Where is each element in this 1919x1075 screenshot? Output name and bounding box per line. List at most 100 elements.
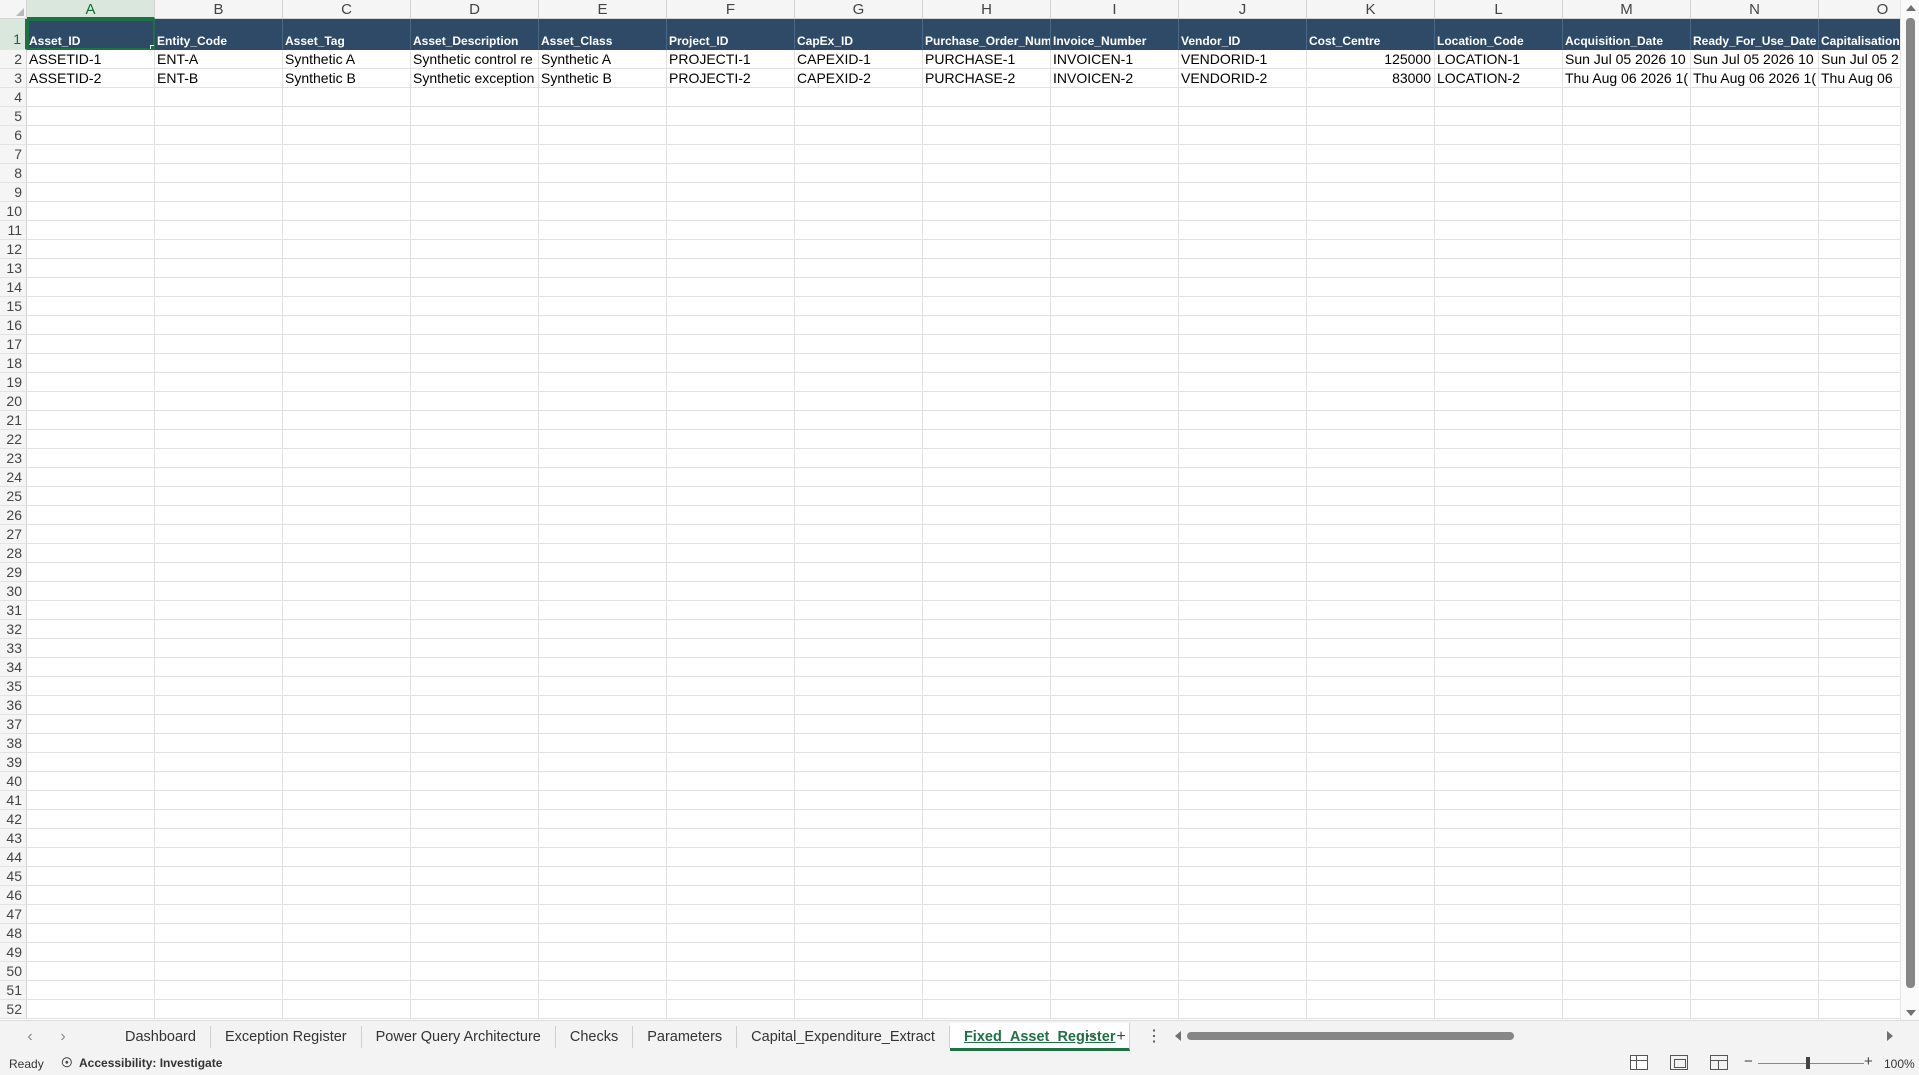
- empty-cell[interactable]: [155, 278, 283, 297]
- empty-cell[interactable]: [1435, 278, 1563, 297]
- empty-cell[interactable]: [1435, 240, 1563, 259]
- empty-cell[interactable]: [27, 525, 155, 544]
- empty-cell[interactable]: [411, 791, 539, 810]
- empty-cell[interactable]: [1819, 886, 1900, 905]
- empty-cell[interactable]: [539, 525, 667, 544]
- empty-cell[interactable]: [667, 772, 795, 791]
- empty-cell[interactable]: [539, 373, 667, 392]
- empty-cell[interactable]: [1435, 506, 1563, 525]
- empty-cell[interactable]: [539, 715, 667, 734]
- empty-cell[interactable]: [539, 240, 667, 259]
- empty-cell[interactable]: [27, 164, 155, 183]
- empty-cell[interactable]: [155, 829, 283, 848]
- empty-cell[interactable]: [411, 240, 539, 259]
- empty-cell[interactable]: [1051, 582, 1179, 601]
- empty-cell[interactable]: [667, 791, 795, 810]
- empty-cell[interactable]: [1435, 886, 1563, 905]
- empty-cell[interactable]: [667, 183, 795, 202]
- empty-cell[interactable]: [27, 848, 155, 867]
- header-cell[interactable]: Capitalisation: [1819, 19, 1900, 50]
- row-header[interactable]: 35: [0, 677, 27, 696]
- empty-cell[interactable]: [27, 867, 155, 886]
- table-cell[interactable]: Synthetic B: [283, 69, 411, 88]
- empty-cell[interactable]: [1435, 297, 1563, 316]
- empty-cell[interactable]: [411, 905, 539, 924]
- zoom-in-button[interactable]: +: [1864, 1053, 1873, 1070]
- sheet-tab-parameters[interactable]: Parameters: [633, 1026, 738, 1048]
- empty-cell[interactable]: [1307, 981, 1435, 1000]
- column-header-i[interactable]: I: [1051, 0, 1179, 19]
- empty-cell[interactable]: [1307, 487, 1435, 506]
- empty-cell[interactable]: [1051, 221, 1179, 240]
- table-cell[interactable]: ASSETID-2: [27, 69, 155, 88]
- empty-cell[interactable]: [923, 791, 1051, 810]
- vertical-scroll-thumb[interactable]: [1906, 18, 1915, 988]
- empty-cell[interactable]: [923, 962, 1051, 981]
- empty-cell[interactable]: [539, 848, 667, 867]
- sheet-tab-dashboard[interactable]: Dashboard: [111, 1026, 211, 1048]
- empty-cell[interactable]: [27, 316, 155, 335]
- empty-cell[interactable]: [1051, 734, 1179, 753]
- empty-cell[interactable]: [155, 791, 283, 810]
- empty-cell[interactable]: [1819, 506, 1900, 525]
- empty-cell[interactable]: [1307, 506, 1435, 525]
- empty-cell[interactable]: [1307, 810, 1435, 829]
- empty-cell[interactable]: [1819, 126, 1900, 145]
- row-header[interactable]: 29: [0, 563, 27, 582]
- empty-cell[interactable]: [1691, 278, 1819, 297]
- empty-cell[interactable]: [1819, 297, 1900, 316]
- empty-cell[interactable]: [1307, 354, 1435, 373]
- empty-cell[interactable]: [1307, 525, 1435, 544]
- row-header[interactable]: 19: [0, 373, 27, 392]
- empty-cell[interactable]: [27, 715, 155, 734]
- empty-cell[interactable]: [795, 202, 923, 221]
- empty-cell[interactable]: [1563, 126, 1691, 145]
- empty-cell[interactable]: [1435, 449, 1563, 468]
- empty-cell[interactable]: [923, 867, 1051, 886]
- empty-cell[interactable]: [1307, 183, 1435, 202]
- empty-cell[interactable]: [1819, 202, 1900, 221]
- empty-cell[interactable]: [795, 430, 923, 449]
- empty-cell[interactable]: [155, 601, 283, 620]
- table-cell[interactable]: INVOICEN-2: [1051, 69, 1179, 88]
- empty-cell[interactable]: [155, 848, 283, 867]
- empty-cell[interactable]: [1179, 506, 1307, 525]
- empty-cell[interactable]: [155, 145, 283, 164]
- empty-cell[interactable]: [1179, 335, 1307, 354]
- empty-cell[interactable]: [1307, 658, 1435, 677]
- empty-cell[interactable]: [667, 297, 795, 316]
- sheet-tab-capital-expenditure-extract[interactable]: Capital_Expenditure_Extract: [737, 1026, 950, 1048]
- empty-cell[interactable]: [1051, 924, 1179, 943]
- empty-cell[interactable]: [539, 905, 667, 924]
- empty-cell[interactable]: [283, 487, 411, 506]
- empty-cell[interactable]: [1563, 658, 1691, 677]
- empty-cell[interactable]: [27, 487, 155, 506]
- empty-cell[interactable]: [667, 392, 795, 411]
- empty-cell[interactable]: [1819, 905, 1900, 924]
- empty-cell[interactable]: [411, 734, 539, 753]
- empty-cell[interactable]: [1435, 905, 1563, 924]
- empty-cell[interactable]: [155, 753, 283, 772]
- empty-cell[interactable]: [539, 430, 667, 449]
- empty-cell[interactable]: [1179, 962, 1307, 981]
- empty-cell[interactable]: [1179, 829, 1307, 848]
- empty-cell[interactable]: [1307, 468, 1435, 487]
- empty-cell[interactable]: [1563, 582, 1691, 601]
- empty-cell[interactable]: [923, 525, 1051, 544]
- empty-cell[interactable]: [155, 506, 283, 525]
- empty-cell[interactable]: [27, 126, 155, 145]
- empty-cell[interactable]: [1307, 449, 1435, 468]
- header-cell[interactable]: Asset_Class: [539, 19, 667, 50]
- empty-cell[interactable]: [923, 734, 1051, 753]
- empty-cell[interactable]: [155, 259, 283, 278]
- empty-cell[interactable]: [411, 468, 539, 487]
- empty-cell[interactable]: [1307, 753, 1435, 772]
- empty-cell[interactable]: [795, 525, 923, 544]
- empty-cell[interactable]: [1307, 278, 1435, 297]
- empty-cell[interactable]: [283, 468, 411, 487]
- empty-cell[interactable]: [1179, 297, 1307, 316]
- empty-cell[interactable]: [795, 753, 923, 772]
- empty-cell[interactable]: [667, 354, 795, 373]
- empty-cell[interactable]: [283, 582, 411, 601]
- empty-cell[interactable]: [283, 620, 411, 639]
